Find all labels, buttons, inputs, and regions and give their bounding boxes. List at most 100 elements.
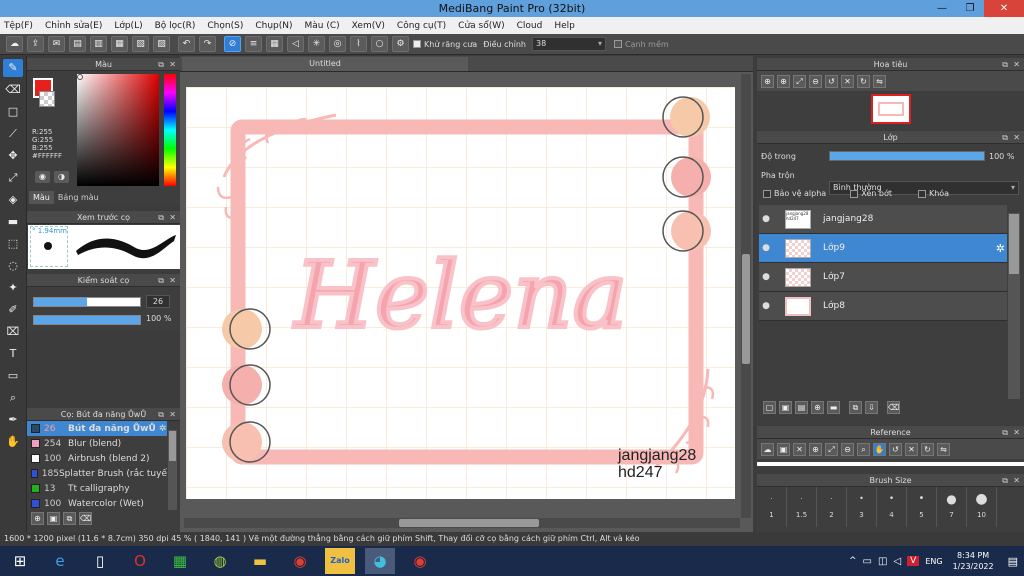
circle-snap-icon[interactable]: ◎ <box>329 36 346 52</box>
tab-untitled[interactable]: Untitled <box>182 57 468 71</box>
trash-icon[interactable]: ⌫ <box>79 512 92 525</box>
grid-icon[interactable]: ▦ <box>111 36 128 52</box>
cloud-icon[interactable]: ☁ <box>6 36 23 52</box>
lasso-tool-icon[interactable]: ◌ <box>3 257 23 275</box>
lock-checkbox[interactable] <box>917 189 926 198</box>
share-icon[interactable]: ⇪ <box>27 36 44 52</box>
transform-tool-icon[interactable]: ⤢ <box>3 169 23 187</box>
layer-scroll-thumb[interactable] <box>1009 214 1019 274</box>
hand-icon[interactable]: ✋ <box>873 442 886 456</box>
float-icon[interactable]: ⧉ <box>158 274 164 287</box>
add-layer-menu-icon[interactable]: ⊕ <box>811 401 824 414</box>
menu-tools[interactable]: Công cụ(T) <box>397 21 446 31</box>
folder-icon[interactable]: ▬ <box>827 401 840 414</box>
float-icon[interactable]: ⧉ <box>158 211 164 224</box>
float-icon[interactable]: ⧉ <box>1002 131 1008 144</box>
tray-arrow-icon[interactable]: ^ <box>849 556 857 566</box>
new-halftone-layer-icon[interactable]: ▣ <box>779 401 792 414</box>
vertical-scrollbar[interactable] <box>741 74 751 518</box>
rotate-left-icon[interactable]: ↺ <box>825 74 838 88</box>
tab-palette[interactable]: Bảng màu <box>54 191 103 204</box>
page-icon[interactable]: ▥ <box>90 36 107 52</box>
brush-size-cell[interactable]: · 1 <box>757 487 787 527</box>
panel-close-icon[interactable]: ✕ <box>1013 474 1020 487</box>
hand-tool-icon[interactable]: ✋ <box>3 433 23 451</box>
brush-tool-icon[interactable]: ✎ <box>3 59 23 77</box>
layer-row[interactable]: ● Lớp7 <box>759 263 1007 292</box>
menu-color[interactable]: Màu (C) <box>305 21 340 31</box>
layer-row[interactable]: ● Lớp9 ✲ <box>759 234 1007 263</box>
menu-select[interactable]: Chọn(S) <box>207 21 243 31</box>
file-explorer-icon[interactable]: ▬ <box>245 548 275 574</box>
brush-item[interactable]: 254 Blur (blend) <box>27 436 167 451</box>
windows-start-icon[interactable]: ⊞ <box>5 548 35 574</box>
battery-icon[interactable]: ▭ <box>863 556 872 567</box>
navigator-thumbnail[interactable] <box>871 94 911 124</box>
notifications-icon[interactable]: ▤ <box>1008 555 1018 568</box>
zoom-in-icon[interactable]: ⊕ <box>761 74 774 88</box>
chrome-icon[interactable]: ◉ <box>285 548 315 574</box>
panel-close-icon[interactable]: ✕ <box>169 408 176 421</box>
panel-close-icon[interactable]: ✕ <box>169 58 176 71</box>
brush-item[interactable]: 100 Watercolor (Wet) <box>27 496 167 511</box>
panel-icon[interactable]: ▧ <box>132 36 149 52</box>
close-button[interactable]: ✕ <box>984 0 1024 17</box>
flip-icon[interactable]: ⇋ <box>937 442 950 456</box>
comment-icon[interactable]: ✉ <box>48 36 65 52</box>
visibility-icon[interactable]: ● <box>759 301 773 311</box>
rotate-right-icon[interactable]: ↻ <box>857 74 870 88</box>
palette-icon[interactable]: ◉ <box>35 171 50 183</box>
hue-slider[interactable] <box>164 74 176 186</box>
tab-color[interactable]: Màu <box>29 191 54 204</box>
brush-item[interactable]: 185 Splatter Brush (rắc tuyế <box>27 466 167 481</box>
gradient-tool-icon[interactable]: ▬ <box>3 213 23 231</box>
swap-colors-icon[interactable]: ◑ <box>54 171 69 183</box>
file-icon[interactable]: ▯ <box>85 548 115 574</box>
ie-browser-icon[interactable]: e <box>45 548 75 574</box>
zoom-in-icon[interactable]: ⊕ <box>809 442 822 456</box>
medibang-icon[interactable]: ◕ <box>365 548 395 574</box>
magic-wand-icon[interactable]: ✦ <box>3 279 23 297</box>
volume-icon[interactable]: ◁ <box>893 556 901 567</box>
gear-icon[interactable]: ✲ <box>996 242 1005 255</box>
new-layer-icon[interactable]: ▢ <box>763 401 776 414</box>
brush-size-value[interactable]: 26 <box>146 295 170 308</box>
brush-size-cell[interactable]: • 5 <box>907 487 937 527</box>
visibility-icon[interactable]: ● <box>759 214 773 224</box>
zalo-icon[interactable]: Zalo <box>325 548 355 574</box>
curve-snap-icon[interactable]: ⌇ <box>350 36 367 52</box>
document-icon[interactable]: ▤ <box>69 36 86 52</box>
redo-icon[interactable]: ↷ <box>199 36 216 52</box>
menu-layer[interactable]: Lớp(L) <box>114 21 142 31</box>
panel-close-icon[interactable]: ✕ <box>169 211 176 224</box>
brush-size-cell[interactable]: ● 10 <box>967 487 997 527</box>
restore-button[interactable]: ❐ <box>956 0 984 17</box>
brush-opacity-slider[interactable] <box>33 315 141 325</box>
float-icon[interactable]: ⧉ <box>1002 426 1008 439</box>
layer-row[interactable]: ● Lớp8 <box>759 292 1007 321</box>
clipping-checkbox[interactable] <box>850 189 859 198</box>
undo-icon[interactable]: ↶ <box>178 36 195 52</box>
fit-icon[interactable]: ⤢ <box>793 74 806 88</box>
store-icon[interactable]: ▦ <box>165 548 195 574</box>
zoom-in-icon[interactable]: ⊕ <box>777 74 790 88</box>
add-brush-icon[interactable]: ⊕ <box>31 512 44 525</box>
merge-down-icon[interactable]: ⇩ <box>865 401 878 414</box>
brush-size-cell[interactable]: · 2 <box>817 487 847 527</box>
menu-view[interactable]: Xem(V) <box>352 21 385 31</box>
rect-tool-icon[interactable]: □ <box>3 103 23 121</box>
ellipse-snap-icon[interactable]: ○ <box>371 36 388 52</box>
open-folder-icon[interactable]: ▣ <box>777 442 790 456</box>
eyedropper-icon[interactable]: ⌕ <box>3 389 23 407</box>
parallel-snap-icon[interactable]: ≡ <box>245 36 262 52</box>
layer-list-scrollbar[interactable] <box>1008 213 1020 399</box>
eyedropper-icon[interactable]: ⌕ <box>857 442 870 456</box>
layer-row[interactable]: ● jangjang28 hd247 jangjang28 <box>759 205 1007 234</box>
protect-alpha-checkbox[interactable] <box>763 189 771 198</box>
brush-item[interactable]: 13 Tt calligraphy <box>27 481 167 496</box>
divide-tool-icon[interactable]: ▭ <box>3 367 23 385</box>
color-saturation-field[interactable] <box>77 74 159 186</box>
move-tool-icon[interactable]: ✥ <box>3 147 23 165</box>
menu-edit[interactable]: Chỉnh sửa(E) <box>45 21 102 31</box>
panel-close-icon[interactable]: ✕ <box>169 274 176 287</box>
